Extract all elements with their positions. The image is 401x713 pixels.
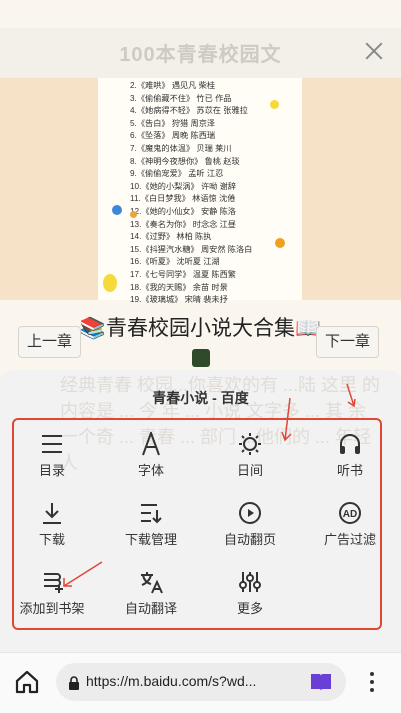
home-icon[interactable] <box>14 669 40 695</box>
book-list-line: 10.《她的小梨涡》 许呦 谢辞 <box>130 181 236 191</box>
book-list-line: 2.《难哄》 遇见凡 柴桂 <box>130 81 216 90</box>
list-icon <box>42 435 62 453</box>
book-list-line: 16.《听夏》 沈听夏 江湖 <box>130 257 220 267</box>
page-header: 100本青春校园文 <box>0 28 401 78</box>
more-options-icon[interactable] <box>370 670 378 694</box>
book-list-line: 19.《玻璃城》 宋晴 裴未抒 <box>130 295 228 305</box>
url-text: https://m.baidu.com/s?wd... <box>86 673 257 689</box>
book-list-image: 2.《难哄》 遇见凡 柴桂 3.《偷偷藏不住》 竹已 作品 4.《她病得不轻》 苏苡… <box>98 78 302 304</box>
browser-toolbar: https://m.baidu.com/s?wd... <box>0 652 401 713</box>
decoration-dot <box>130 211 137 218</box>
annotation-arrow <box>281 397 292 442</box>
sliders-icon <box>239 572 261 592</box>
book-list-line: 7.《魔鬼的体温》 贝瑞 莱川 <box>130 143 232 153</box>
article-image: 2.《难哄》 遇见凡 柴桂 3.《偷偷藏不住》 竹已 作品 4.《她病得不轻》 苏苡… <box>0 78 401 304</box>
next-chapter-button[interactable]: 下一章 <box>316 326 380 358</box>
book-list-line: 12.《她的小仙女》 安静 陈洛 <box>130 206 236 216</box>
reader-mode-icon[interactable] <box>310 672 332 692</box>
lock-icon <box>69 676 79 690</box>
download-manage-icon <box>141 504 162 524</box>
svg-text:AD: AD <box>343 509 357 520</box>
book-list-line: 18.《我的天赐》 余苗 时景 <box>130 282 228 292</box>
translate-icon <box>141 572 163 594</box>
menu-item-auto-page[interactable]: 自动翻页 <box>212 501 288 557</box>
decoration-dot <box>275 238 285 248</box>
prev-chapter-button[interactable]: 上一章 <box>18 326 82 358</box>
menu-item-ad-filter[interactable]: AD 广告过滤 <box>312 501 388 557</box>
book-list-line: 9.《偷偷宠爱》 孟听 江忍 <box>130 169 224 179</box>
autoplay-icon <box>239 502 261 524</box>
menu-item-catalog[interactable]: 目录 <box>14 432 90 488</box>
annotation-arrow <box>63 561 103 587</box>
menu-item-font[interactable]: 字体 <box>113 432 189 488</box>
decoration-moon <box>103 274 117 292</box>
decoration-moon <box>270 100 279 109</box>
menu-item-download-manage[interactable]: 下载管理 <box>113 501 189 557</box>
sun-icon <box>239 433 261 455</box>
menu-sheet: 经典青春 校园...你喜欢的有 ...陆 这里 的内容是 ... 今 年 ...… <box>0 370 401 652</box>
menu-item-auto-translate[interactable]: 自动翻译 <box>113 570 189 626</box>
sheet-title: 青春小说 - 百度 <box>152 390 249 406</box>
menu-item-day-mode[interactable]: 日间 <box>212 432 288 488</box>
book-list-line: 8.《神明今夜想你》 鲁桃 赵琰 <box>130 156 240 166</box>
emoji-icon <box>192 349 210 367</box>
menu-item-download[interactable]: 下载 <box>14 501 90 557</box>
book-list-line: 6.《坠落》 周晚 陈西瑞 <box>130 131 216 141</box>
menu-item-more[interactable]: 更多 <box>212 570 288 626</box>
menu-item-listen[interactable]: 听书 <box>312 432 388 488</box>
close-icon[interactable] <box>363 40 385 62</box>
book-list-line: 5.《告白》 狩猎 周京泽 <box>130 118 216 128</box>
page-title: 100本青春校园文 <box>119 44 282 66</box>
download-icon <box>43 503 61 524</box>
book-list-line: 11.《白日梦我》 林语惊 沈倦 <box>130 194 236 204</box>
book-list-line: 13.《奏名为你》 时念念 江昼 <box>130 219 236 229</box>
font-icon <box>142 432 160 456</box>
annotation-arrow <box>346 383 356 408</box>
menu-grid: 目录 字体 日间 听书 下载 下载管理 自动翻页 AD 广告过滤 添加到书架 自… <box>12 418 382 630</box>
headphones-icon <box>340 434 360 454</box>
decoration-dot <box>112 205 122 215</box>
book-list-line: 17.《七号同学》 温夏 陈西繁 <box>130 269 236 279</box>
ad-filter-icon: AD <box>339 502 361 524</box>
address-bar[interactable]: https://m.baidu.com/s?wd... <box>56 663 346 701</box>
